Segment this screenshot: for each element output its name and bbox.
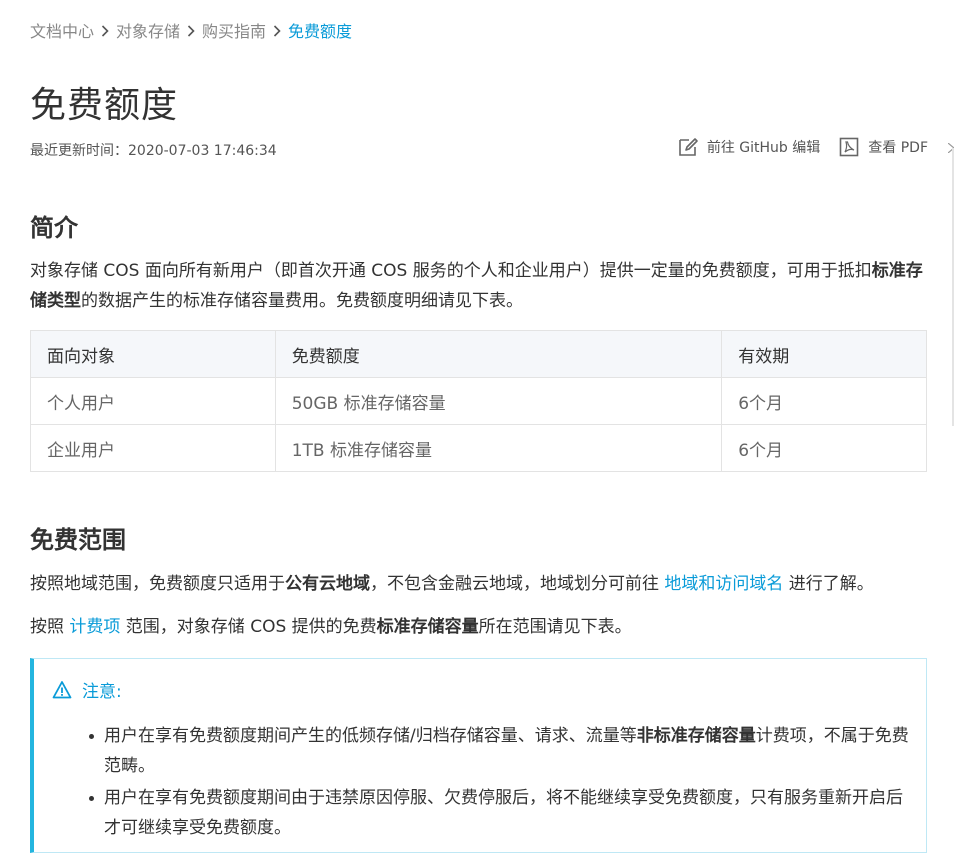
notice-box: 注意: 用户在享有免费额度期间产生的低频存储/归档存储容量、请求、流量等非标准存… <box>30 658 927 853</box>
breadcrumb-item-current[interactable]: 免费额度 <box>288 18 352 42</box>
table-row: 企业用户 1TB 标准存储容量 6个月 <box>30 424 927 472</box>
list-item: 用户在享有免费额度期间产生的低频存储/归档存储容量、请求、流量等非标准存储容量计… <box>89 721 919 781</box>
table-header-row: 面向对象 免费额度 有效期 <box>30 330 927 378</box>
breadcrumb-item-cos[interactable]: 对象存储 <box>116 18 180 42</box>
breadcrumb-item-purchase-guide[interactable]: 购买指南 <box>202 18 266 42</box>
update-time: 最近更新时间：2020-07-03 17:46:34 <box>30 140 277 160</box>
view-pdf-button[interactable]: 查看 PDF <box>838 136 928 158</box>
view-pdf-label: 查看 PDF <box>868 140 928 156</box>
list-item: 用户在享有免费额度期间由于违禁原因停服、欠费停服后，将不能继续享受免费额度，只有… <box>89 783 919 843</box>
billing-item-link[interactable]: 计费项 <box>69 617 120 637</box>
scope-paragraph-billing: 按照 计费项 范围，对象存储 COS 提供的免费标准存储容量所在范围请见下表。 <box>30 617 632 637</box>
chevron-right-icon <box>266 21 288 39</box>
table-cell: 企业用户 <box>30 424 276 472</box>
intro-paragraph: 对象存储 COS 面向所有新用户（即首次开通 COS 服务的个人和企业用户）提供… <box>30 261 923 311</box>
edit-on-github-button[interactable]: 前往 GitHub 编辑 <box>677 136 820 158</box>
notice-header: 注意: <box>52 677 122 702</box>
region-domain-link[interactable]: 地域和访问域名 <box>664 574 783 594</box>
breadcrumb-item-doc-center[interactable]: 文档中心 <box>30 18 94 42</box>
section-heading-scope: 免费范围 <box>30 526 126 554</box>
edit-on-github-label: 前往 GitHub 编辑 <box>706 140 821 156</box>
page-title: 免费额度 <box>30 85 179 126</box>
table-cell: 6个月 <box>721 424 927 472</box>
scope-paragraph-region: 按照地域范围，免费额度只适用于公有云地域，不包含金融云地域，地域划分可前往 地域… <box>30 574 874 594</box>
table-header-cell: 面向对象 <box>30 330 276 378</box>
doc-actions: 前往 GitHub 编辑 查看 PDF <box>659 136 928 158</box>
breadcrumb: 文档中心 对象存储 购买指南 免费额度 <box>30 18 352 42</box>
table-cell: 50GB 标准存储容量 <box>274 377 723 425</box>
section-heading-intro: 简介 <box>30 214 78 242</box>
edit-icon <box>679 138 698 156</box>
update-time-value: 2020-07-03 17:46:34 <box>128 143 277 159</box>
update-time-label: 最近更新时间： <box>30 143 128 159</box>
chevron-right-icon <box>180 21 202 39</box>
notice-list: 用户在享有免费额度期间产生的低频存储/归档存储容量、请求、流量等非标准存储容量计… <box>89 721 919 845</box>
table-cell: 个人用户 <box>30 377 276 425</box>
chevron-right-icon <box>94 21 116 39</box>
warning-icon <box>52 680 72 698</box>
table-cell: 1TB 标准存储容量 <box>274 424 723 472</box>
table-cell: 6个月 <box>721 377 927 425</box>
notice-title: 注意: <box>82 682 122 702</box>
table-header-cell: 有效期 <box>721 330 927 378</box>
free-quota-table: 面向对象 免费额度 有效期 个人用户 50GB 标准存储容量 6个月 企业用户 … <box>30 330 927 472</box>
pdf-icon <box>839 137 859 157</box>
table-header-cell: 免费额度 <box>274 330 723 378</box>
table-row: 个人用户 50GB 标准存储容量 6个月 <box>30 377 927 425</box>
